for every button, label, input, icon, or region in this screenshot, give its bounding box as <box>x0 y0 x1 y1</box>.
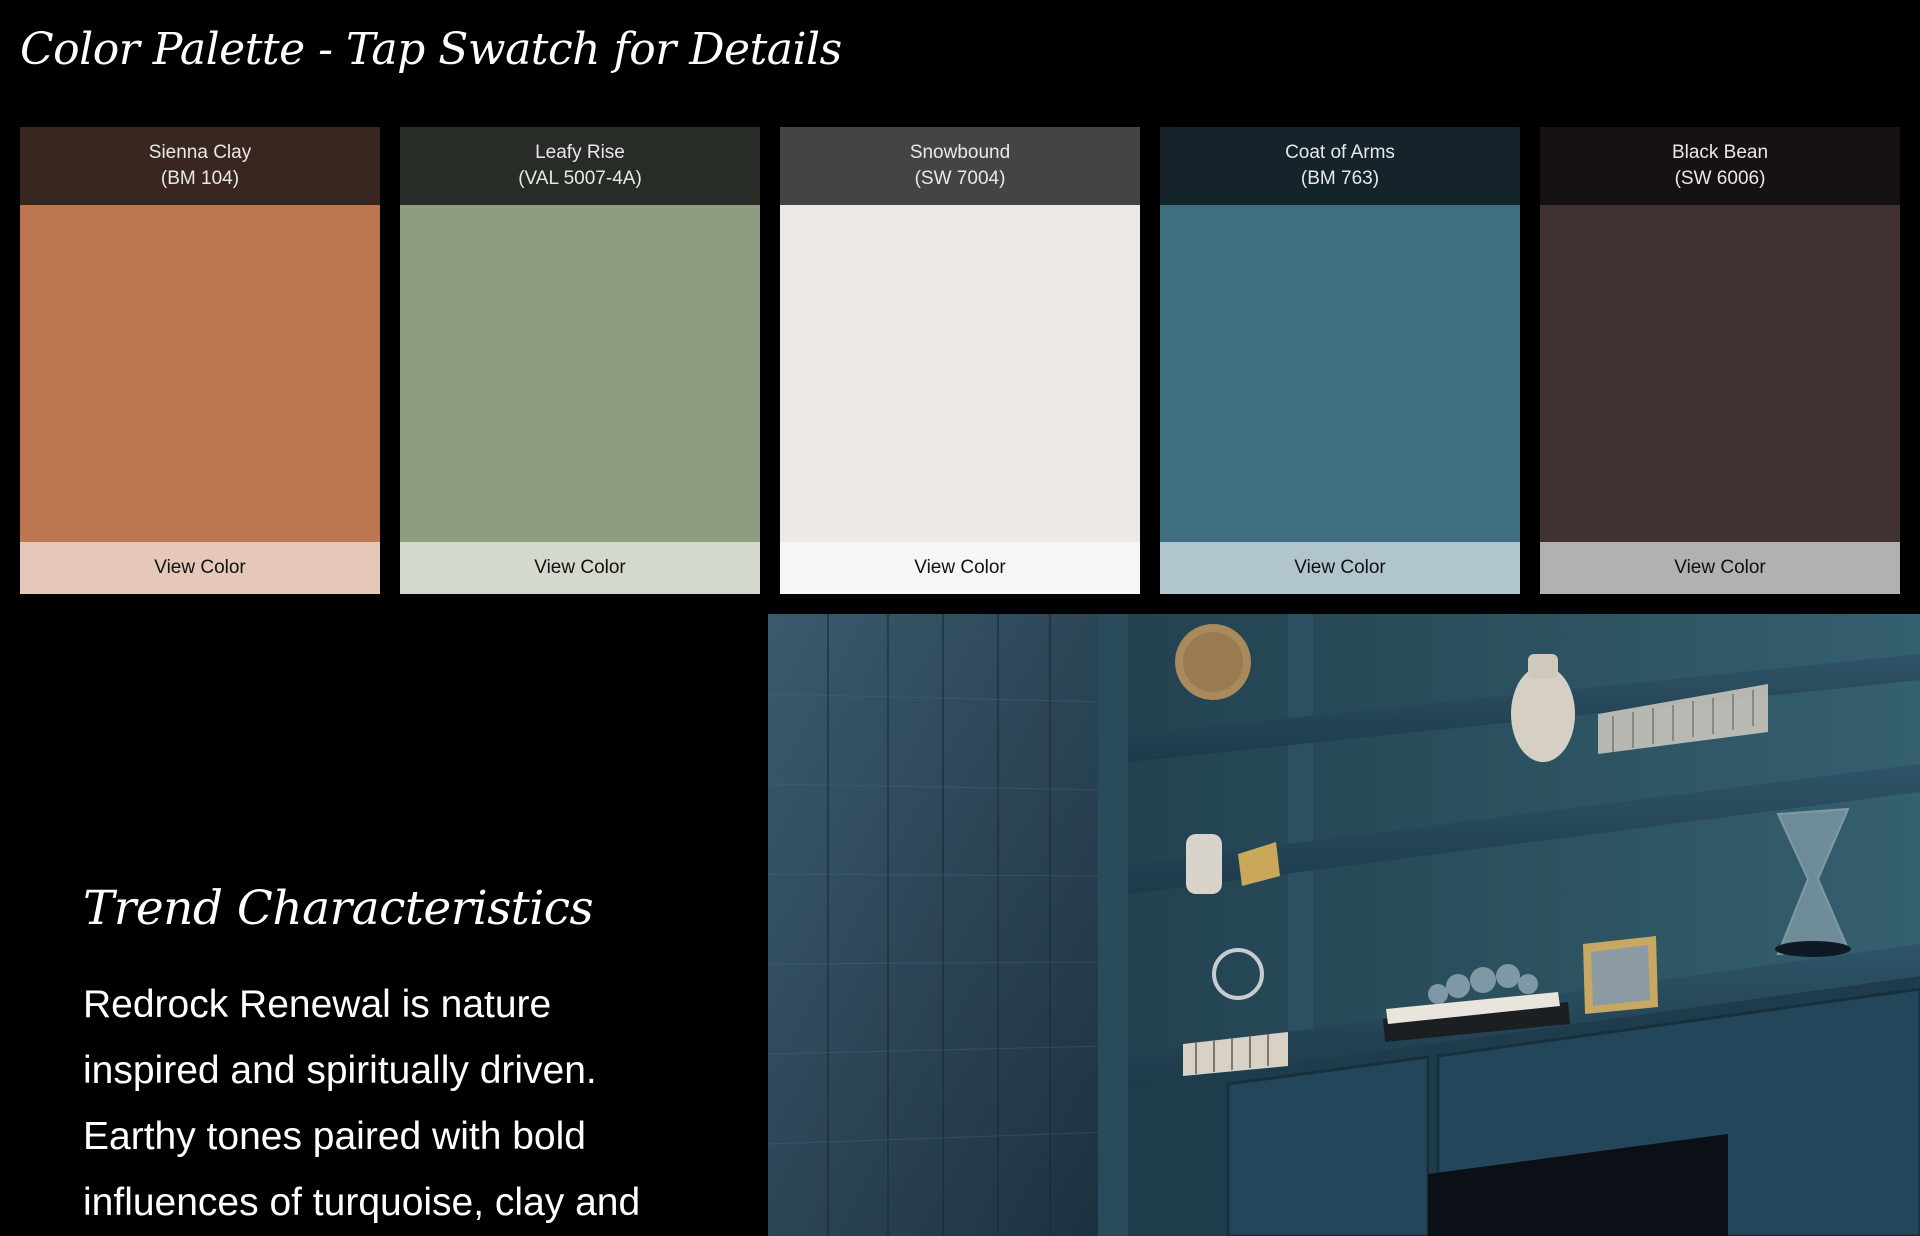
swatch-chip[interactable] <box>780 205 1140 542</box>
view-color-button[interactable]: View Color <box>1160 542 1520 594</box>
view-color-button[interactable]: View Color <box>780 542 1140 594</box>
swatch-snowbound[interactable]: Snowbound (SW 7004) View Color <box>780 127 1140 594</box>
swatch-chip[interactable] <box>1160 205 1520 542</box>
trend-heading: Trend Characteristics <box>83 881 594 936</box>
trend-section: Trend Characteristics Redrock Renewal is… <box>0 614 768 1236</box>
swatch-row: Sienna Clay (BM 104) View Color Leafy Ri… <box>20 127 1900 594</box>
swatch-header: Coat of Arms (BM 763) <box>1160 127 1520 205</box>
swatch-sienna-clay[interactable]: Sienna Clay (BM 104) View Color <box>20 127 380 594</box>
swatch-header: Sienna Clay (BM 104) <box>20 127 380 205</box>
swatch-leafy-rise[interactable]: Leafy Rise (VAL 5007-4A) View Color <box>400 127 760 594</box>
swatch-code: (SW 6006) <box>1674 168 1766 189</box>
shelving-room-photo <box>768 614 1920 1236</box>
view-color-button[interactable]: View Color <box>20 542 380 594</box>
swatch-chip[interactable] <box>400 205 760 542</box>
swatch-chip[interactable] <box>1540 205 1900 542</box>
page-title: Color Palette - Tap Swatch for Details <box>20 24 842 75</box>
swatch-name: Snowbound <box>909 142 1011 163</box>
view-color-button[interactable]: View Color <box>400 542 760 594</box>
view-color-button[interactable]: View Color <box>1540 542 1900 594</box>
swatch-name: Black Bean <box>1671 142 1769 163</box>
swatch-code: (VAL 5007-4A) <box>518 168 642 189</box>
swatch-header: Black Bean (SW 6006) <box>1540 127 1900 205</box>
swatch-name: Coat of Arms <box>1285 142 1395 163</box>
swatch-code: (BM 763) <box>1300 168 1380 189</box>
swatch-name: Sienna Clay <box>148 142 252 163</box>
room-photo-illustration <box>768 614 1920 1236</box>
swatch-coat-of-arms[interactable]: Coat of Arms (BM 763) View Color <box>1160 127 1520 594</box>
trend-body: Redrock Renewal is nature inspired and s… <box>83 983 641 1224</box>
swatch-header: Snowbound (SW 7004) <box>780 127 1140 205</box>
swatch-chip[interactable] <box>20 205 380 542</box>
swatch-code: (SW 7004) <box>914 168 1006 189</box>
swatch-black-bean[interactable]: Black Bean (SW 6006) View Color <box>1540 127 1900 594</box>
swatch-header: Leafy Rise (VAL 5007-4A) <box>400 127 760 205</box>
swatch-code: (BM 104) <box>160 168 240 189</box>
swatch-name: Leafy Rise <box>535 142 625 163</box>
